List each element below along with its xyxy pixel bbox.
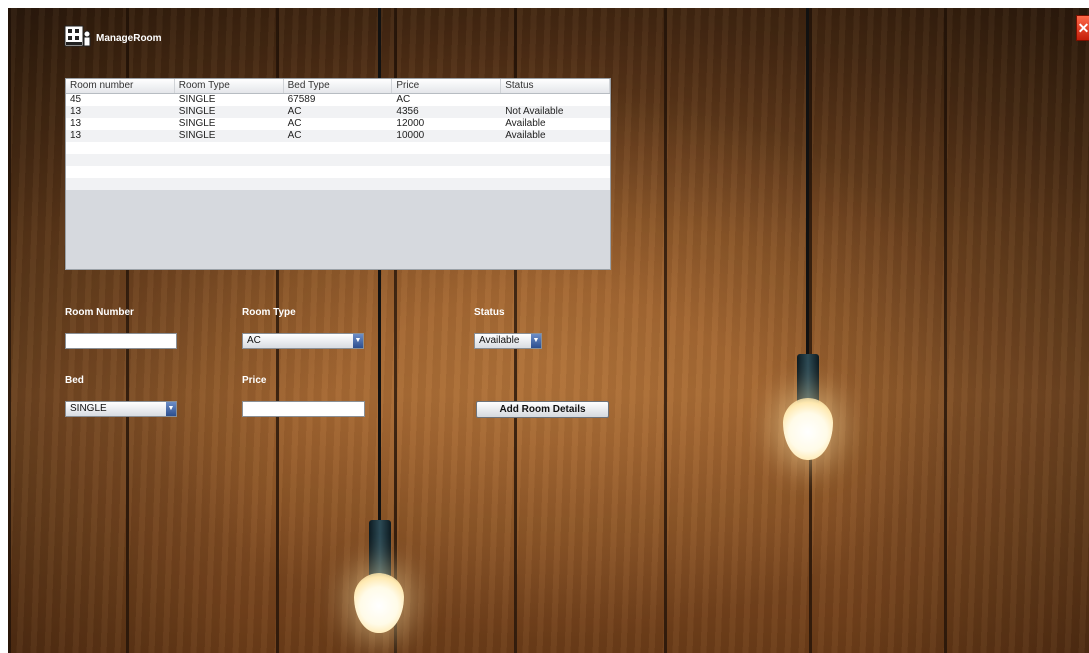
room-type-label: Room Type	[242, 307, 296, 318]
chevron-down-icon: ▼	[166, 402, 176, 416]
table-cell: 45	[70, 94, 82, 105]
close-button[interactable]: ✕	[1076, 15, 1089, 41]
table-cell: AC	[287, 118, 302, 129]
table-cell: SINGLE	[178, 106, 216, 117]
empty-table-row	[66, 154, 610, 166]
wood-plank	[944, 8, 1089, 653]
table-row[interactable]: 13 SINGLE AC 12000 Available	[66, 118, 610, 130]
bed-select[interactable]: SINGLE ▼	[65, 401, 177, 417]
table-cell: AC	[287, 106, 302, 117]
chevron-down-icon: ▼	[353, 334, 363, 348]
column-header[interactable]: Bed Type	[284, 79, 393, 93]
table-cell: SINGLE	[178, 94, 216, 105]
table-cell: 10000	[396, 130, 425, 141]
table-row[interactable]: 13 SINGLE AC 4356 Not Available	[66, 106, 610, 118]
wood-plank	[809, 8, 947, 653]
room-type-value: AC	[247, 335, 261, 346]
column-header[interactable]: Room Type	[175, 79, 284, 93]
rooms-table[interactable]: Room number Room Type Bed Type Price Sta…	[65, 78, 611, 270]
table-cell: 67589	[287, 94, 316, 105]
lamp-socket	[369, 520, 391, 578]
empty-table-row	[66, 166, 610, 178]
room-number-input[interactable]	[65, 333, 177, 349]
table-cell: SINGLE	[178, 130, 216, 141]
bed-value: SINGLE	[70, 403, 107, 414]
empty-table-row	[66, 178, 610, 190]
column-header[interactable]: Status	[501, 79, 610, 93]
status-label: Status	[474, 307, 505, 318]
hotel-app-icon	[64, 25, 91, 47]
empty-table-row	[66, 142, 610, 154]
lamp-socket	[797, 354, 819, 404]
table-cell: AC	[287, 130, 302, 141]
price-label: Price	[242, 375, 267, 386]
room-number-label: Room Number	[65, 307, 134, 318]
column-header[interactable]: Price	[392, 79, 502, 93]
table-cell: Available	[505, 118, 546, 129]
table-cell: 12000	[396, 118, 425, 129]
table-cell: 13	[70, 106, 82, 117]
table-cell: 13	[70, 130, 82, 141]
table-cell	[501, 94, 610, 106]
close-icon: ✕	[1077, 20, 1089, 36]
bed-label: Bed	[65, 375, 84, 386]
chevron-down-icon: ▼	[531, 334, 541, 348]
table-cell: Available	[505, 130, 546, 141]
table-cell: SINGLE	[178, 118, 216, 129]
column-header[interactable]: Room number	[66, 79, 175, 93]
table-cell: AC	[396, 94, 411, 105]
lamp-cord	[806, 8, 809, 358]
room-type-select[interactable]: AC ▼	[242, 333, 364, 349]
table-row[interactable]: 13 SINGLE AC 10000 Available	[66, 130, 610, 142]
status-select[interactable]: Available ▼	[474, 333, 542, 349]
status-value: Available	[479, 335, 520, 346]
app-title: ManageRoom	[96, 33, 162, 44]
table-cell: 4356	[396, 106, 419, 117]
wood-plank	[664, 8, 812, 653]
table-row[interactable]: 45 SINGLE 67589 AC	[66, 94, 610, 106]
add-room-details-button[interactable]: Add Room Details	[476, 401, 609, 418]
table-header: Room number Room Type Bed Type Price Sta…	[66, 79, 610, 94]
price-input[interactable]	[242, 401, 365, 417]
table-cell: 13	[70, 118, 82, 129]
table-cell: Not Available	[505, 106, 564, 117]
